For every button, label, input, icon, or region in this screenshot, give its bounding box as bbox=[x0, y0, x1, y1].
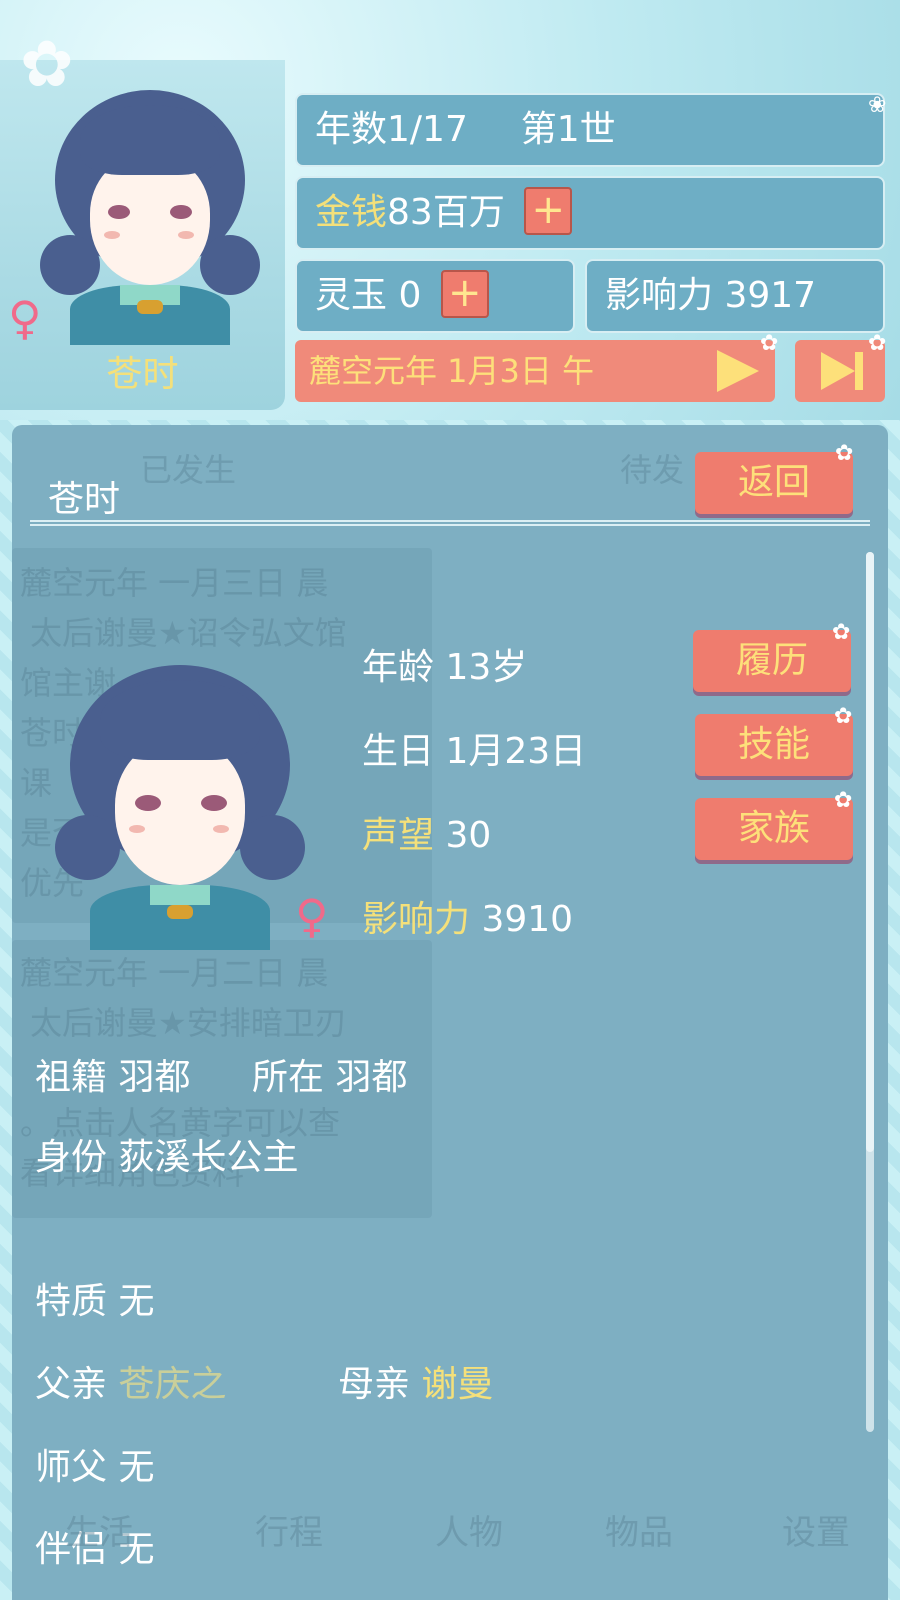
jade-panel: 灵玉 0 + bbox=[295, 259, 575, 333]
identity-text: 身份 荻溪长公主 bbox=[35, 1137, 299, 1178]
reputation-label: 声望 bbox=[362, 815, 435, 856]
add-jade-button[interactable]: + bbox=[440, 270, 489, 318]
character-avatar-large bbox=[55, 665, 305, 950]
influence-value: 3910 bbox=[481, 899, 574, 940]
influence-row: 影响力 3910 bbox=[362, 890, 573, 942]
money-panel: 金钱83百万 + bbox=[295, 176, 885, 250]
flower-corner-icon: ✿ bbox=[760, 331, 779, 356]
nav-items: 物品 bbox=[605, 1513, 673, 1553]
play-icon bbox=[717, 350, 759, 392]
ghost-tab-pending: 待发 bbox=[620, 451, 685, 489]
female-icon: ♀ bbox=[295, 889, 329, 943]
flower-corner-icon: ❀ bbox=[868, 93, 887, 118]
age-text: 年龄 13岁 bbox=[362, 647, 528, 688]
reputation-value: 30 bbox=[445, 815, 492, 856]
year-label: 年数1/17 bbox=[315, 109, 468, 150]
ghost-event-text: 课 bbox=[20, 764, 53, 802]
influence-label: 影响力 3917 bbox=[605, 275, 817, 316]
mother-row: 母亲 谢曼 bbox=[338, 1355, 493, 1407]
master-text: 师父 无 bbox=[35, 1447, 155, 1488]
life-label: 第1世 bbox=[520, 109, 616, 150]
ghost-event-text: 麓空元年 一月三日 晨 bbox=[20, 564, 329, 602]
ghost-tab-happened: 已发生 bbox=[140, 451, 237, 489]
nav-people: 人物 bbox=[435, 1513, 503, 1553]
mother-label: 母亲 bbox=[338, 1364, 411, 1405]
portrait-name[interactable]: 苍时 bbox=[0, 345, 285, 397]
family-button[interactable]: 家族 bbox=[695, 798, 853, 860]
flower-corner-icon: ✿ bbox=[835, 441, 854, 466]
flower-corner-icon: ✿ bbox=[868, 331, 887, 356]
skip-bar-icon bbox=[855, 352, 863, 390]
reputation-row: 声望 30 bbox=[362, 806, 491, 858]
father-name-link[interactable]: 苍庆之 bbox=[118, 1364, 226, 1405]
nav-life: 生活 bbox=[65, 1513, 133, 1553]
influence-label: 影响力 bbox=[362, 899, 471, 940]
father-label: 父亲 bbox=[35, 1364, 108, 1405]
father-row: 父亲 苍庆之 bbox=[35, 1355, 226, 1407]
resume-button[interactable]: 履历 bbox=[693, 630, 851, 692]
skills-button[interactable]: 技能 bbox=[695, 714, 853, 776]
birthday-text: 生日 1月23日 bbox=[362, 731, 587, 772]
scrollbar-thumb[interactable] bbox=[866, 552, 874, 1152]
money-label: 金钱 bbox=[315, 192, 388, 233]
influence-panel: 影响力 3917 bbox=[585, 259, 885, 333]
location-text: 所在 羽都 bbox=[252, 1057, 408, 1098]
trait-text: 特质 无 bbox=[35, 1281, 155, 1322]
jade-label: 灵玉 0 bbox=[315, 275, 422, 316]
current-date: 麓空元年 1月3日 午 bbox=[309, 352, 595, 390]
character-portrait[interactable] bbox=[40, 85, 260, 345]
female-icon: ♀ bbox=[8, 291, 42, 345]
ghost-event-text: 麓空元年 一月二日 晨 bbox=[20, 954, 329, 992]
skip-icon bbox=[821, 352, 855, 390]
panel-title: 苍时 bbox=[48, 479, 121, 520]
origin-text: 祖籍 羽都 bbox=[35, 1057, 191, 1098]
flower-corner-icon: ✿ bbox=[834, 704, 853, 729]
back-button[interactable]: 返回 bbox=[695, 452, 853, 514]
add-money-button[interactable]: + bbox=[524, 187, 573, 235]
flower-corner-icon: ✿ bbox=[832, 620, 851, 645]
title-divider bbox=[30, 520, 870, 526]
year-panel: 年数1/17 第1世 bbox=[295, 93, 885, 167]
money-value: 83百万 bbox=[387, 192, 505, 233]
ghost-event-text: 太后谢曼★诏令弘文馆 bbox=[30, 614, 347, 652]
nav-settings: 设置 bbox=[782, 1513, 850, 1553]
flower-corner-icon: ✿ bbox=[834, 788, 853, 813]
nav-schedule: 行程 bbox=[255, 1513, 323, 1553]
mother-name-link[interactable]: 谢曼 bbox=[421, 1364, 493, 1405]
date-play-button[interactable]: 麓空元年 1月3日 午 bbox=[295, 340, 775, 402]
ghost-event-text: 太后谢曼★安排暗卫刃 bbox=[30, 1004, 347, 1042]
